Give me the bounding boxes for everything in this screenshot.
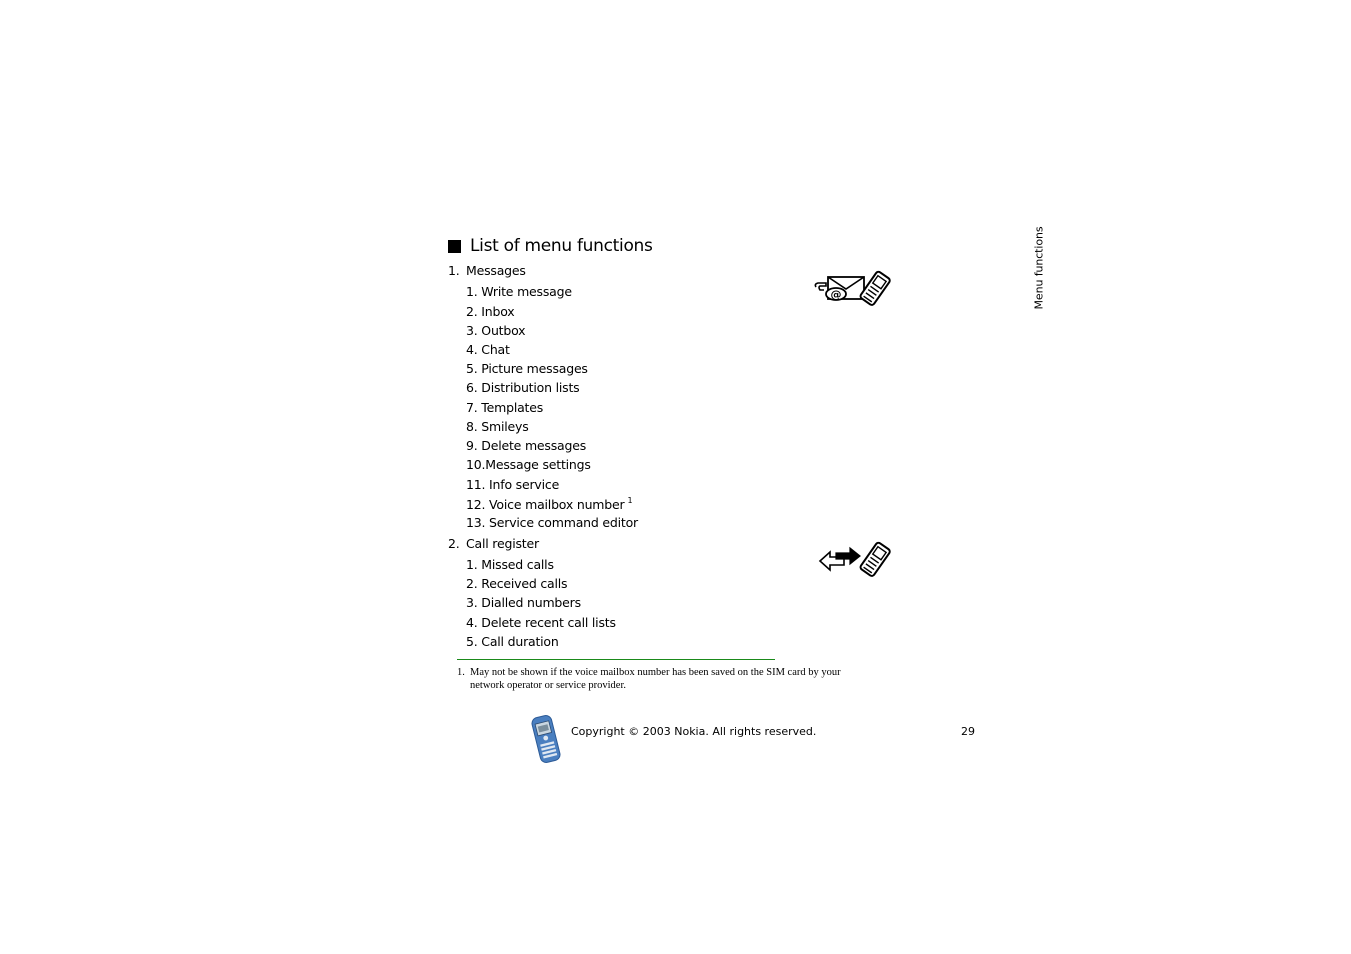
list-item: 5. Call duration	[466, 634, 559, 649]
svg-text:@: @	[831, 288, 842, 301]
list-item: 10.Message settings	[466, 457, 591, 472]
list-item: 11. Info service	[466, 477, 560, 492]
list-item: 1. Missed calls	[466, 557, 554, 572]
list-item: 1. Write message	[466, 284, 572, 299]
list-item: 12. Voice mailbox number 1	[466, 496, 633, 512]
side-tab-label: Menu functions	[1032, 226, 1046, 310]
list-item: 3. Outbox	[466, 323, 526, 338]
page-number: 29	[961, 725, 975, 738]
list-item: 3. Dialled numbers	[466, 595, 581, 610]
section-number: 2.	[448, 536, 460, 551]
copyright-text: Copyright © 2003 Nokia. All rights reser…	[571, 725, 817, 738]
list-item: 2. Received calls	[466, 576, 568, 591]
footnote-divider	[457, 659, 775, 660]
footnote-text: May not be shown if the voice mailbox nu…	[470, 667, 841, 691]
list-item: 4. Delete recent call lists	[466, 615, 616, 630]
list-item-label: 12. Voice mailbox number	[466, 497, 625, 512]
section-title-call-register: 2. Call register	[448, 536, 539, 551]
list-item: 9. Delete messages	[466, 438, 587, 453]
call-register-arrows-phone-icon	[818, 541, 900, 583]
nokia-phone-logo-icon	[528, 713, 564, 769]
list-item: 8. Smileys	[466, 419, 529, 434]
heading-text: List of menu functions	[470, 236, 653, 256]
list-item: 6. Distribution lists	[466, 380, 580, 395]
list-item: 5. Picture messages	[466, 361, 588, 376]
section-title-text: Call register	[466, 536, 539, 551]
footnote-number: 1.	[457, 667, 465, 678]
side-tab: Menu functions	[1032, 226, 1046, 310]
list-item: 4. Chat	[466, 342, 510, 357]
footnote-reference[interactable]: 1	[627, 496, 632, 505]
section-title-messages: 1. Messages	[448, 263, 526, 278]
list-item: 7. Templates	[466, 400, 544, 415]
manual-page: List of menu functions Menu functions 1.…	[0, 0, 1351, 954]
heading-square-bullet-icon	[448, 239, 461, 253]
list-item: 2. Inbox	[466, 304, 515, 319]
list-item: 13. Service command editor	[466, 515, 638, 530]
page-heading: List of menu functions	[448, 236, 653, 256]
messages-envelope-phone-icon: @	[812, 270, 900, 312]
section-title-text: Messages	[466, 263, 526, 278]
footnote: 1. May not be shown if the voice mailbox…	[457, 666, 877, 692]
section-number: 1.	[448, 263, 460, 278]
